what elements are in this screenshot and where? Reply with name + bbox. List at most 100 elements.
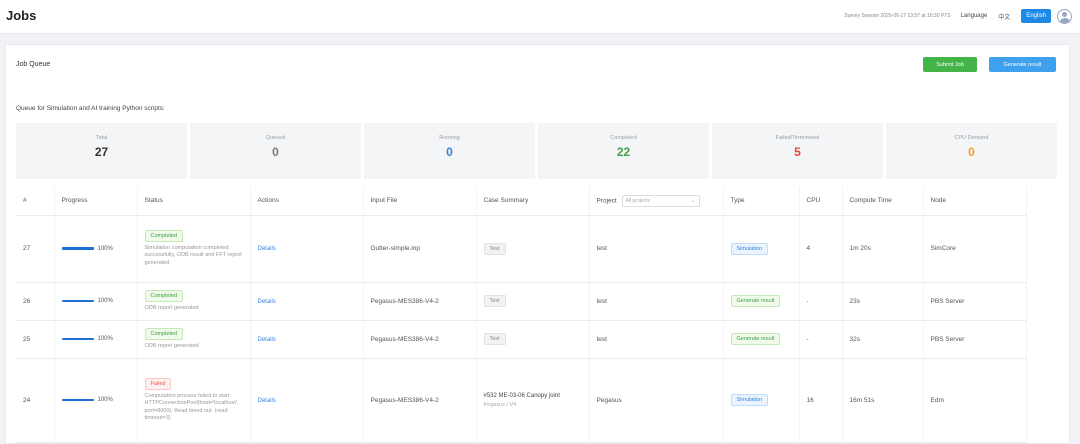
- details-link[interactable]: Details: [258, 299, 276, 305]
- project-name: test: [589, 320, 724, 359]
- status-badge: Completed: [144, 229, 184, 242]
- header-controls: Survey Session 2026-06-17 13:57 at 10:30…: [844, 7, 1072, 25]
- queue-description: Queue for Simulation and AI training Pyt…: [16, 105, 165, 112]
- case-summary-cell: #532 ME-03-06 Canopy joint Pegasus / V4: [476, 358, 590, 443]
- row-id: 26: [16, 282, 55, 321]
- actions-cell: Details: [250, 358, 364, 443]
- stat-value: 0: [968, 145, 975, 159]
- col-header[interactable]: CPU: [799, 187, 843, 216]
- status-message: ODB report generated: [144, 342, 199, 349]
- table-row: 25 100% Completed ODB report generated De…: [16, 320, 1027, 359]
- row-id: 24: [16, 358, 55, 443]
- stat-label: Queued: [265, 135, 286, 141]
- progress-percent: 100%: [97, 336, 113, 342]
- type-cell: Simulation: [723, 358, 800, 443]
- type-cell: Simulation: [723, 215, 800, 283]
- project-name: test: [589, 282, 724, 321]
- stat-label: Running: [439, 135, 460, 141]
- progress-percent: 100%: [97, 397, 113, 403]
- case-tag-badge: Test: [483, 242, 506, 255]
- table-row: 26 100% Completed ODB report generated De…: [16, 282, 1027, 321]
- stat-completed: Completed 22: [538, 123, 709, 179]
- status-badge: Completed: [144, 327, 184, 340]
- col-header[interactable]: Status: [137, 187, 251, 216]
- node-name: SimCore: [923, 215, 1027, 283]
- progress-cell: 100%: [54, 358, 138, 443]
- col-header[interactable]: Type: [723, 187, 800, 216]
- lang-english-button[interactable]: English: [1021, 9, 1051, 23]
- compute-time: 16m 51s: [842, 358, 924, 443]
- col-header[interactable]: Progress: [54, 187, 138, 216]
- details-link[interactable]: Details: [258, 337, 276, 343]
- table-row: 27 100% Completed Simulation computation …: [16, 215, 1027, 283]
- stat-value: 27: [94, 145, 109, 159]
- status-message: Simulation computation completed success…: [144, 244, 242, 266]
- status-cell: Completed Simulation computation complete…: [137, 215, 251, 283]
- cpu-count: -: [799, 320, 843, 359]
- status-cell: Completed ODB report generated: [137, 320, 251, 359]
- stat-label: CPU Demand: [954, 135, 989, 141]
- status-message: Computation process failed to start: HTT…: [144, 392, 239, 421]
- stat-value: 22: [616, 145, 631, 159]
- project-name: Pegasus: [589, 358, 724, 443]
- actions-cell: Details: [250, 282, 364, 321]
- type-cell: Generate result: [723, 282, 800, 321]
- stat-failed: Failed/Terminated 5: [712, 123, 883, 179]
- chevron-down-icon: ⌄: [690, 197, 696, 204]
- panel-title: Job Queue: [16, 61, 51, 68]
- col-header: Actions: [250, 187, 364, 216]
- stat-label: Failed/Terminated: [775, 135, 820, 141]
- progress-fill: [61, 398, 94, 402]
- node-name: PBS Server: [923, 320, 1027, 359]
- details-link[interactable]: Details: [258, 246, 276, 252]
- project-name: test: [589, 215, 724, 283]
- progress-cell: 100%: [54, 215, 138, 283]
- status-cell: Failed Computation process failed to star…: [137, 358, 251, 443]
- submit-job-button[interactable]: Submit Job: [923, 57, 977, 72]
- col-header[interactable]: Compute Time: [842, 187, 924, 216]
- stat-total: Total 27: [16, 123, 187, 179]
- project-filter-select[interactable]: All projects ⌄: [621, 194, 700, 207]
- case-tag-badge: Test: [483, 333, 506, 345]
- progress-fill: [61, 247, 94, 250]
- stat-queued: Queued 0: [190, 123, 361, 179]
- type-badge: Simulation: [730, 242, 769, 255]
- stat-cpu-demand: CPU Demand 0: [886, 123, 1057, 179]
- case-subtitle: Pegasus / V4: [483, 401, 517, 408]
- col-header[interactable]: Input File: [363, 187, 477, 216]
- progress-percent: 100%: [97, 245, 113, 252]
- project-filter-placeholder: All projects: [625, 197, 650, 204]
- case-title: #532 ME-03-06 Canopy joint: [483, 392, 560, 399]
- actions-cell: Details: [250, 215, 364, 283]
- col-header[interactable]: Case Summary: [476, 187, 590, 216]
- col-header[interactable]: #: [16, 187, 55, 216]
- input-file: Gutter-simple.inp: [363, 215, 477, 283]
- table-row: 24 100% Failed Computation process failed…: [16, 358, 1027, 443]
- progress-fill: [61, 299, 94, 303]
- node-name: PBS Server: [923, 282, 1027, 321]
- generate-result-button[interactable]: Generate result: [989, 57, 1056, 72]
- status-badge: Failed: [144, 377, 172, 390]
- compute-time: 32s: [842, 320, 924, 359]
- details-link[interactable]: Details: [258, 398, 276, 404]
- stat-value: 0: [272, 145, 279, 159]
- node-name: Edm: [923, 358, 1027, 443]
- case-summary-cell: Test: [476, 215, 590, 283]
- col-header[interactable]: Node: [923, 187, 1027, 216]
- stat-label: Completed: [610, 135, 637, 141]
- progress-bar: [61, 398, 94, 402]
- compute-time: 1m 20s: [842, 215, 924, 283]
- col-header: Project: [596, 197, 617, 205]
- cpu-count: -: [799, 282, 843, 321]
- table-header-row: # Progress Status Actions Input File Cas…: [16, 187, 1027, 216]
- user-avatar-icon[interactable]: [1057, 8, 1072, 24]
- type-cell: Generate result: [723, 320, 800, 359]
- progress-cell: 100%: [54, 282, 138, 321]
- col-header-project: Project All projects ⌄: [589, 187, 724, 216]
- stat-value: 5: [794, 145, 801, 159]
- stat-running: Running 0: [364, 123, 535, 179]
- case-summary-cell: Test: [476, 320, 590, 359]
- row-id: 27: [16, 215, 55, 283]
- jobs-table: # Progress Status Actions Input File Cas…: [16, 187, 1027, 443]
- lang-chinese-button[interactable]: 中文: [993, 9, 1016, 23]
